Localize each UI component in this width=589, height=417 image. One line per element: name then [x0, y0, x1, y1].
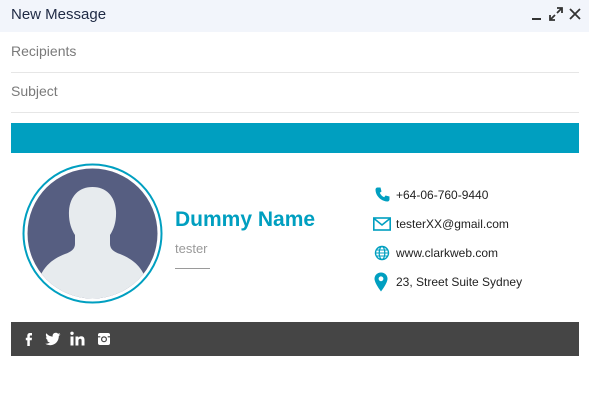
divider — [175, 268, 210, 269]
contact-phone: +64-06-760-9440 — [373, 185, 583, 205]
window-title: New Message — [11, 6, 107, 23]
signature-role: tester — [175, 241, 208, 256]
email-text: testerXX@gmail.com — [396, 217, 509, 231]
subject-row — [11, 73, 579, 113]
phone-text: +64-06-760-9440 — [396, 188, 489, 202]
website-text: www.clarkweb.com — [396, 246, 499, 260]
facebook-icon[interactable] — [20, 330, 38, 348]
recipients-input[interactable] — [11, 43, 571, 59]
subject-input[interactable] — [11, 83, 571, 99]
contact-address: 23, Street Suite Sydney — [373, 272, 583, 292]
contact-website: www.clarkweb.com — [373, 243, 583, 263]
contact-email: testerXX@gmail.com — [373, 214, 583, 234]
compose-titlebar: New Message — [0, 0, 589, 32]
avatar — [22, 163, 163, 304]
signature-footer-bar — [11, 322, 579, 356]
signature-name: Dummy Name — [175, 208, 316, 231]
instagram-icon[interactable] — [95, 330, 113, 348]
close-icon[interactable] — [567, 6, 583, 22]
twitter-icon[interactable] — [44, 330, 62, 348]
linkedin-icon[interactable] — [69, 330, 87, 348]
recipients-row — [11, 33, 579, 73]
minimize-icon[interactable] — [529, 6, 545, 22]
globe-icon — [373, 243, 391, 263]
location-pin-icon — [373, 272, 391, 292]
person-silhouette-icon — [22, 163, 163, 304]
email-icon — [373, 214, 391, 234]
signature-header-bar — [11, 123, 579, 153]
address-text: 23, Street Suite Sydney — [396, 275, 523, 289]
expand-icon[interactable] — [548, 6, 564, 22]
phone-icon — [373, 185, 391, 205]
